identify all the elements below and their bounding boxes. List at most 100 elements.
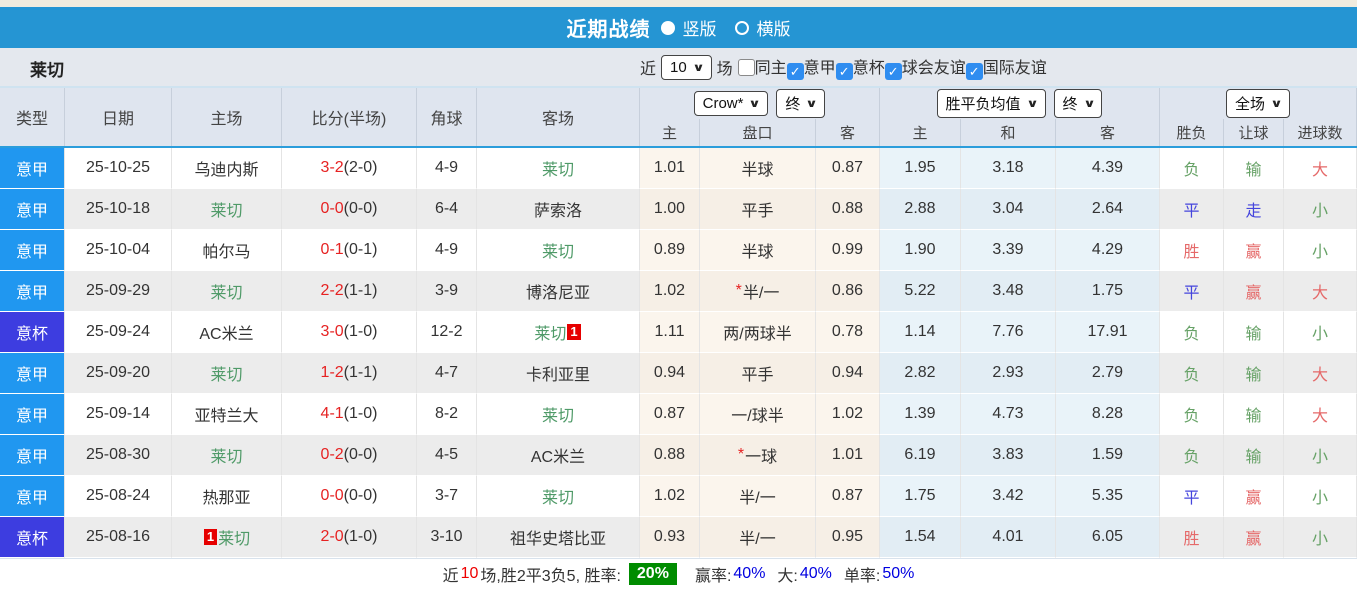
checkbox-checked-icon[interactable]: ✓ [884,63,902,80]
titlebar: 近期战绩 竖版 横版 [0,7,1357,48]
avg-draw-odds: 2.93 [961,353,1056,394]
score: 3-2 (2-0) [282,148,417,189]
summary-value: 40% [733,565,766,582]
sub-handicap-result: 让球 [1224,119,1284,146]
match-result: 负 [1160,435,1224,476]
handicap-result: 输 [1224,353,1284,394]
home-team: 热那亚 [172,476,282,517]
team-name: 祖华史塔比亚 [509,531,606,548]
vertical-layout-radio[interactable] [660,20,675,35]
full-score: 2-0 [320,528,344,545]
match-row: 意杯 25-09-24 AC米兰 3-0 (1-0) 12-2 莱切 1 1.11 两/两球半 0.… [0,312,1357,353]
goals-result: 大 [1284,394,1357,435]
match-rows: 意甲 25-10-25 乌迪内斯 3-2 (2-0) 4-9 莱切 1.01 半球 0.87 1.9… [0,148,1357,558]
summary-text: 场,胜2平3负5, 胜率: [480,568,621,585]
avg-win-odds: 1.54 [880,517,961,558]
recent-results-panel: 近期战绩 竖版 横版 莱切 近 10 ∨ 场 同主 ✓ 意甲 ✓ 意杯 ✓ 球会友谊 ✓ 国际友… [0,0,1357,591]
corners: 12-2 [417,312,477,353]
filter-controls: 近 10 ∨ 场 同主 ✓ 意甲 ✓ 意杯 ✓ 球会友谊 ✓ 国际友谊 [640,48,1047,86]
score: 3-0 (1-0) [282,312,417,353]
col-score: 比分(半场) [282,88,417,146]
team-name: 莱切 [210,203,243,220]
corners: 4-7 [417,353,477,394]
score: 0-1 (0-1) [282,230,417,271]
summary-count: 10 [460,565,479,582]
match-row: 意杯 25-08-16 1 莱切 2-0 (1-0) 3-10 祖华史塔比亚 0.93 半/一 0.… [0,517,1357,558]
horizontal-layout-radio[interactable] [734,20,749,35]
sub-avg-win: 主 [880,119,961,146]
games-label: 场 [716,61,733,78]
handicap-line: 平手 [700,353,816,394]
match-count-select[interactable]: 10 ∨ [661,54,712,80]
team-name: 莱切 [218,531,251,548]
odds-period-value: 终 [785,96,801,113]
horizontal-layout-label[interactable]: 横版 [757,15,791,40]
full-score: 3-2 [320,159,344,176]
avg-win-odds: 6.19 [880,435,961,476]
col-corners: 角球 [417,88,477,146]
team-name: AC米兰 [530,449,586,466]
team-name: 莱切 [541,162,574,179]
handicap-line: 两/两球半 [700,312,816,353]
scope-select[interactable]: 全场 ∨ [1226,89,1290,118]
goals-result: 小 [1284,312,1357,353]
match-result: 平 [1160,476,1224,517]
handicap-away-odds: 0.94 [816,353,880,394]
match-row: 意甲 25-08-30 莱切 0-2 (0-0) 4-5 AC米兰 0.88 * 一球 1.01 6.… [0,435,1357,476]
handicap-home-odds: 1.00 [640,189,700,230]
team-name: 莱切 [541,244,574,261]
match-row: 意甲 25-09-20 莱切 1-2 (1-1) 4-7 卡利亚里 0.94 平手 0.94 2.8… [0,353,1357,394]
star-mark: * [737,446,745,463]
goals-result: 大 [1284,271,1357,312]
match-result: 负 [1160,394,1224,435]
handicap-line: 半/一 [700,517,816,558]
avg-draw-odds: 3.04 [961,189,1056,230]
home-team: 莱切 [172,435,282,476]
match-row: 意甲 25-10-18 莱切 0-0 (0-0) 6-4 萨索洛 1.00 平手 0.88 2.88… [0,189,1357,230]
checkbox-label[interactable]: 球会友谊 [902,60,966,77]
table-header: 类型 日期 主场 比分(半场) 角球 客场 Crow* ∨ 终 ∨ 胜平负均值 … [0,88,1357,148]
avg-win-odds: 1.95 [880,148,961,189]
checkbox-checked-icon[interactable]: ✓ [835,63,853,80]
match-date: 25-10-18 [65,189,172,230]
avg-odds-group: 胜平负均值 ∨ 终 ∨ [880,88,1160,119]
avg-lose-odds: 17.91 [1056,312,1160,353]
match-result: 负 [1160,312,1224,353]
team-name: 帕尔马 [202,244,251,261]
checkbox-label[interactable]: 意杯 [853,60,885,77]
goals-result: 小 [1284,230,1357,271]
full-score: 0-2 [320,446,344,463]
scope-group: 全场 ∨ [1160,88,1357,119]
checkbox-unchecked-icon[interactable] [737,59,755,76]
vertical-layout-label[interactable]: 竖版 [683,15,717,40]
odds-period-select[interactable]: 终 ∨ [776,89,826,118]
league-badge: 意甲 [0,353,65,394]
avg-win-odds: 2.88 [880,189,961,230]
avg-draw-odds: 4.73 [961,394,1056,435]
half-score: (2-0) [343,159,378,176]
avg-period-select[interactable]: 终 ∨ [1053,89,1103,118]
handicap-home-odds: 1.02 [640,476,700,517]
match-result: 胜 [1160,517,1224,558]
checkbox-label[interactable]: 同主 [755,60,787,77]
corners: 4-9 [417,148,477,189]
checkbox-checked-icon[interactable]: ✓ [965,63,983,80]
handicap-line: 半/一 [700,476,816,517]
home-team: 帕尔马 [172,230,282,271]
checkbox-label[interactable]: 意甲 [804,60,836,77]
handicap-away-odds: 1.02 [816,394,880,435]
checkbox-checked-icon[interactable]: ✓ [786,63,804,80]
match-row: 意甲 25-10-04 帕尔马 0-1 (0-1) 4-9 莱切 0.89 半球 0.99 1.90… [0,230,1357,271]
odds-company-select[interactable]: Crow* ∨ [693,91,769,116]
handicap-result: 走 [1224,189,1284,230]
top-strip [0,0,1357,7]
match-row: 意甲 25-08-24 热那亚 0-0 (0-0) 3-7 莱切 1.02 半/一 0.87 1.7… [0,476,1357,517]
home-team: 莱切 [172,271,282,312]
avg-odds-value: 胜平负均值 [945,96,1021,113]
full-score: 2-2 [320,282,344,299]
checkbox-label[interactable]: 国际友谊 [983,60,1047,77]
league-badge: 意杯 [0,517,65,558]
half-score: (1-1) [343,364,378,381]
avg-odds-select[interactable]: 胜平负均值 ∨ [936,89,1046,118]
handicap-away-odds: 0.78 [816,312,880,353]
